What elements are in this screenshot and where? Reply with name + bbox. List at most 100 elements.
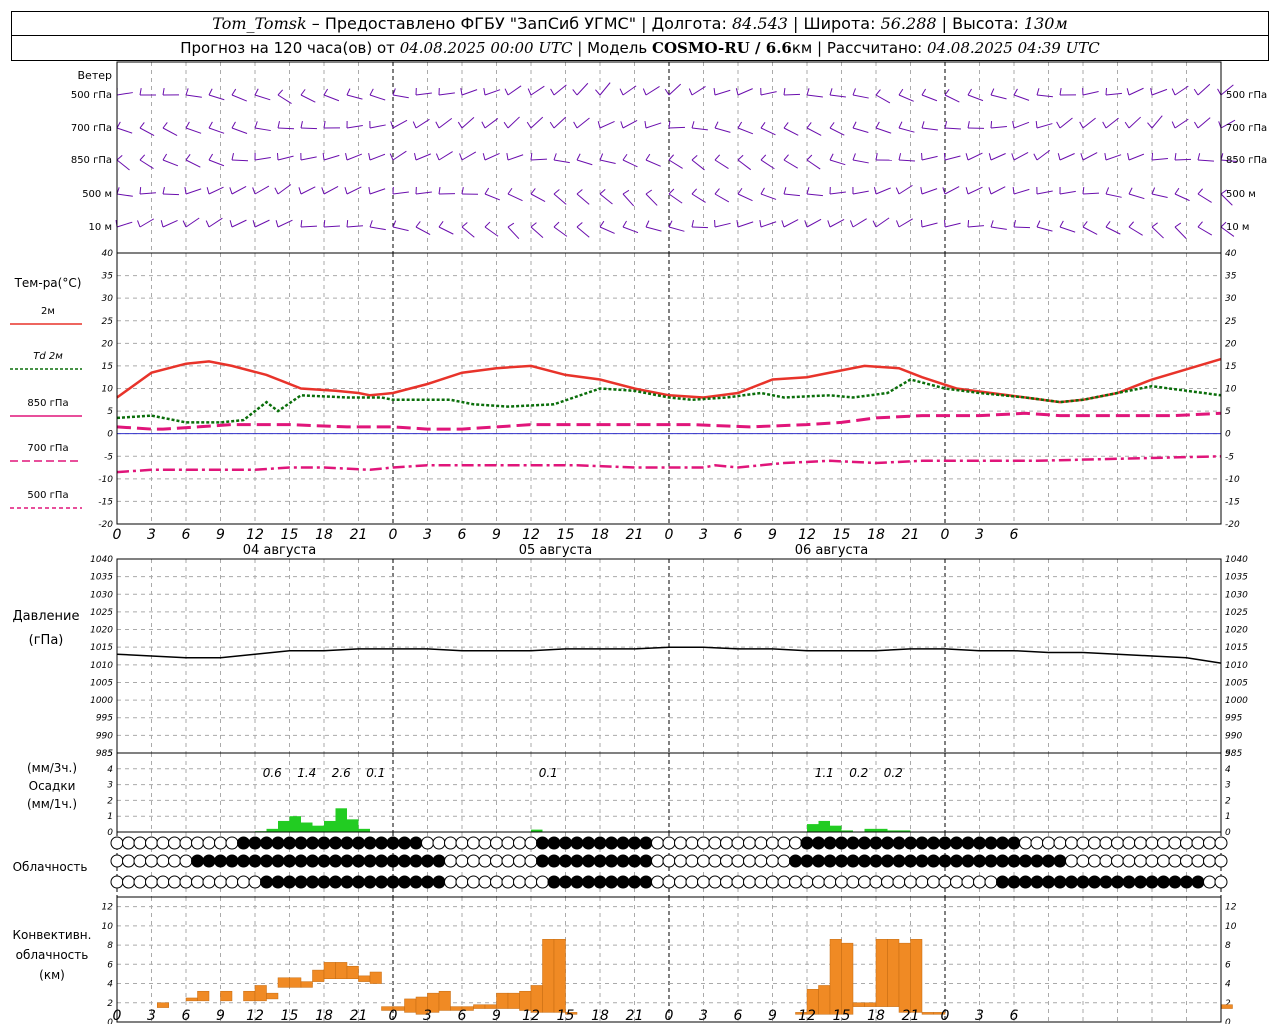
y-tick-label: 1005 [90,678,113,688]
wind-barb [668,226,685,232]
y-tick-label: -5 [104,452,113,462]
y-tick-label: 10 [1225,385,1237,395]
cloud-symbol [605,836,618,850]
wind-level-label-right: 500 гПа [1226,90,1267,101]
wind-barb-feather [459,153,463,161]
wind-barb [300,186,316,195]
cloud-symbol [329,854,342,868]
date-label: 06 августа [795,543,869,558]
cloud-symbol [651,854,664,868]
wind-barb [185,94,202,98]
cloud-symbol [616,854,630,868]
cloud-symbol [708,854,722,868]
wind-barb-feather [829,153,834,161]
cloud-symbol [444,836,457,850]
wind-barb-feather [898,121,903,129]
wind-barb-feather [783,187,787,195]
wind-barb [277,155,294,161]
cloud-symbol [915,854,929,868]
wind-barb [116,221,133,228]
wind-barb [622,85,637,96]
wind-barb-feather [760,121,766,129]
cloud-symbol [559,854,572,868]
wind-barb [507,154,524,161]
wind-barb [231,159,249,162]
y-tick-label: 10 [102,922,114,932]
wind-barb [1128,226,1143,236]
y-tick-label: 3 [107,781,113,791]
wind-barb-feather [619,88,624,96]
wind-barb-feather [484,187,490,195]
cloud-symbol [375,836,388,850]
wind-barb-feather [920,219,923,228]
precip-unit-3h: (мм/3ч.) [27,761,77,775]
wind-barb [921,127,938,131]
x-tick-label: 0 [113,527,122,543]
cloud-symbol [938,854,952,868]
wind-barb [737,159,752,171]
cloud-symbol [1053,836,1067,850]
cloud-symbol [444,854,457,868]
cloud-symbol [708,836,722,850]
wind-barb [1059,153,1075,161]
x-tick-label: 6 [734,1008,743,1024]
cloud-symbol [1076,875,1090,889]
wind-barb-feather [1194,121,1199,129]
conv-bar [185,997,198,1002]
wind-barb [622,193,635,207]
wind-barb-feather [806,122,812,129]
cloud-symbol [697,836,710,850]
cloud-symbol [593,836,607,850]
conv-bar [300,981,313,988]
wind-barb-feather [346,219,349,228]
wind-barb [668,159,683,169]
wind-barb [622,226,639,234]
wind-barb [990,153,1006,161]
wind-barb-feather [1056,121,1061,129]
cloud-symbol [800,875,814,889]
wind-barb [461,151,477,161]
conv-bar [473,1004,486,1009]
wind-barb [162,159,179,167]
wind-barb [461,117,475,129]
precip-sum-label: 0.1 [539,766,558,780]
cloud-symbol [133,854,147,868]
cloud-symbol [915,875,929,889]
cloud-symbol [168,875,181,889]
cloud-symbol [513,875,526,889]
wind-barb [806,94,823,98]
wind-barb [737,127,754,135]
wind-barb [1197,83,1211,96]
x-tick-label: 0 [389,1008,398,1024]
wind-barb-feather [664,88,670,96]
cloud-symbol [651,875,664,889]
y-tick-label: 10 [1225,922,1237,932]
precip-sum-label: 0.1 [366,766,385,780]
y-tick-label: 1015 [90,643,113,653]
temp-title: Тем-ра(°C) [14,276,82,290]
cloud-symbol [1065,875,1078,889]
cloud-symbol [237,875,250,889]
cloud-symbol [674,854,687,868]
wind-barb [990,226,1007,230]
y-tick-label: -15 [98,497,113,507]
cloud-symbol [455,875,469,889]
cloud-symbol [800,854,814,868]
wind-barb-feather [274,187,279,195]
wind-barb-feather [162,88,165,96]
cloud-symbol [1019,875,1032,889]
cloud-symbol [789,854,802,868]
wind-barb-feather [184,187,187,195]
wind-barb-feather [944,89,950,96]
cloud-symbol [329,875,342,889]
wind-barb [1013,151,1029,161]
wind-barb-feather [205,220,210,228]
wind-barb [415,153,431,161]
cloud-symbol [927,836,940,850]
cloud-symbol [110,854,124,868]
y-tick-label: 1035 [90,573,113,583]
y-tick-label: 0 [1225,1018,1231,1024]
y-tick-label: 35 [102,272,114,282]
cloud-title: Облачность [13,860,88,874]
y-tick-label: 990 [96,731,113,741]
